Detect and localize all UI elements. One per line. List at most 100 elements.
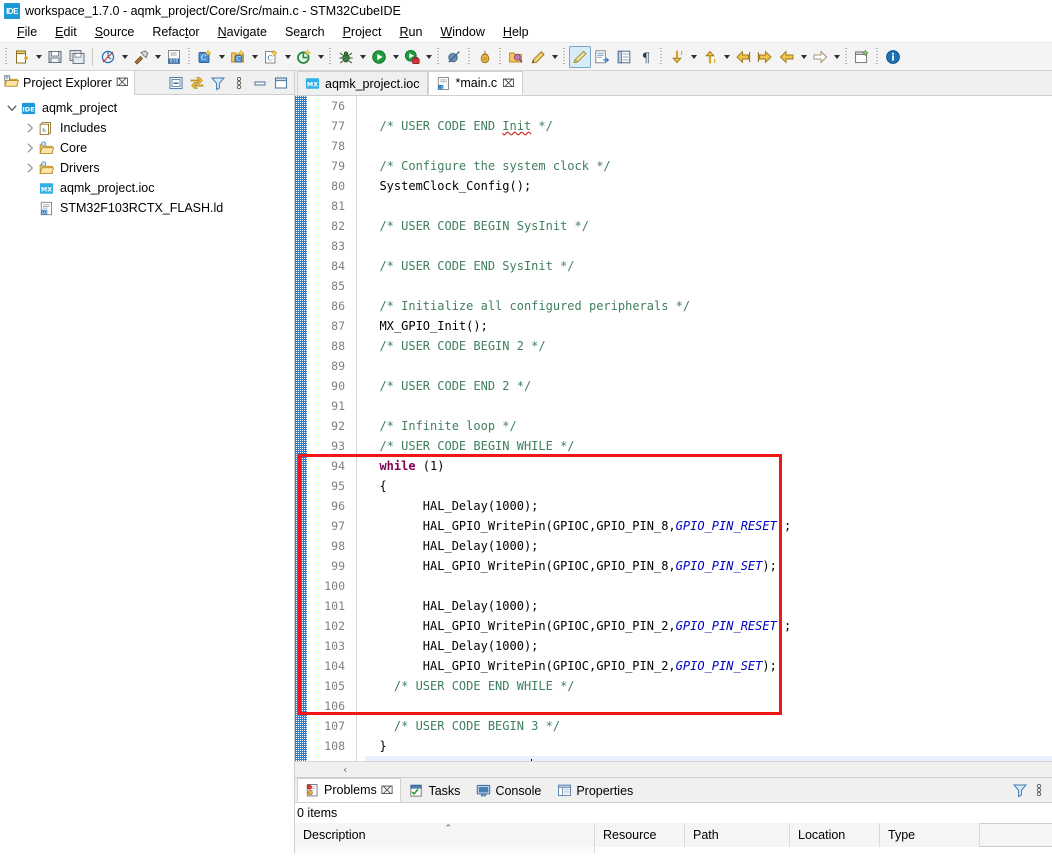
tree-item-aqmk-project-ioc[interactable]: MX aqmk_project.ioc <box>0 178 294 198</box>
tree-item-stm32f103rctx-flash-ld[interactable]: LD STM32F103RCTX_FLASH.ld <box>0 198 294 218</box>
bottom-tab-tasks[interactable]: Tasks <box>401 778 468 802</box>
toggle-block-selection-icon[interactable] <box>613 46 635 68</box>
no-build-dropdown-arrow[interactable] <box>119 46 130 68</box>
tree-item-drivers[interactable]: Drivers <box>0 158 294 178</box>
tab-project-explorer[interactable]: Project Explorer ⌧ <box>0 70 135 95</box>
editor-tab-aqmkproject.ioc[interactable]: MX aqmk_project.ioc <box>297 71 428 95</box>
chevron-right-icon[interactable] <box>22 160 38 176</box>
info-icon[interactable] <box>882 46 904 68</box>
view-menu-icon[interactable] <box>230 74 248 92</box>
link-with-editor-icon[interactable] <box>188 74 206 92</box>
show-whitespace-export-icon[interactable] <box>591 46 613 68</box>
project-tree[interactable]: IDE aqmk_project h Includes Core Drivers MX aqm… <box>0 95 294 853</box>
show-whitespace-pilcrow-icon[interactable]: ¶ <box>635 46 657 68</box>
menu-item-window[interactable]: Window <box>431 25 493 39</box>
menu-item-navigate[interactable]: Navigate <box>209 25 276 39</box>
menu-item-refactor[interactable]: Refactor <box>143 25 208 39</box>
column-header-type[interactable]: Type <box>880 823 980 847</box>
maximize-icon[interactable] <box>272 74 290 92</box>
collapse-all-icon[interactable] <box>167 74 185 92</box>
binary-010-icon[interactable]: 010 <box>163 46 185 68</box>
run-icon[interactable] <box>368 46 390 68</box>
new-target-icon[interactable] <box>293 46 315 68</box>
code-text[interactable]: /* USER CODE END Init */ /* Configure th… <box>357 96 1052 761</box>
bottom-tab-console[interactable]: Console <box>468 778 549 802</box>
code-line: /* USER CODE END WHILE */ <box>393 679 575 693</box>
chevron-down-icon[interactable] <box>4 100 20 116</box>
menu-item-help[interactable]: Help <box>494 25 538 39</box>
new-c-folder-icon[interactable]: C <box>227 46 249 68</box>
new-c-project-icon[interactable]: C <box>194 46 216 68</box>
tree-item-core[interactable]: Core <box>0 138 294 158</box>
menu-item-search[interactable]: Search <box>276 25 334 39</box>
forward-history-icon[interactable] <box>809 46 831 68</box>
new-target-dropdown-arrow[interactable] <box>315 46 326 68</box>
line-number: 109 <box>307 756 345 761</box>
chevron-right-icon[interactable] <box>22 120 38 136</box>
menu-item-source[interactable]: Source <box>86 25 144 39</box>
new-file-icon[interactable] <box>11 46 33 68</box>
run-dropdown-arrow[interactable] <box>390 46 401 68</box>
filter-icon[interactable] <box>209 74 227 92</box>
tree-item-includes[interactable]: h Includes <box>0 118 294 138</box>
editor-text-area[interactable]: 76 77 78 79 80 81 82 83 84 85 86 87 88 89 90 91 92 93 94 95… <box>295 96 1052 761</box>
chevron-right-icon[interactable] <box>22 140 38 156</box>
new-c-file-icon[interactable]: C <box>260 46 282 68</box>
column-header-resource[interactable]: Resource <box>595 823 685 847</box>
forward-history-dropdown-arrow[interactable] <box>831 46 842 68</box>
back-to-icon[interactable] <box>732 46 754 68</box>
close-icon[interactable]: ⌧ <box>381 785 394 796</box>
minimize-icon[interactable] <box>251 74 269 92</box>
previous-annotation-icon[interactable] <box>699 46 721 68</box>
bottom-tab-problems[interactable]: Problems ⌧ <box>297 778 402 802</box>
new-window-icon[interactable] <box>851 46 873 68</box>
back-history-icon[interactable] <box>776 46 798 68</box>
bottom-tab-properties[interactable]: Properties <box>549 778 641 802</box>
build-hammer-dropdown-arrow[interactable] <box>152 46 163 68</box>
menu-item-project[interactable]: Project <box>334 25 391 39</box>
close-icon[interactable]: ⌧ <box>116 77 129 88</box>
column-header-path[interactable]: Path <box>685 823 790 847</box>
debug-bug-dropdown-arrow[interactable] <box>357 46 368 68</box>
editor-horizontal-scrollbar[interactable]: ‹ <box>295 761 1052 777</box>
new-c-folder-dropdown-arrow[interactable] <box>249 46 260 68</box>
run-with-config-icon[interactable] <box>401 46 423 68</box>
open-resource-icon[interactable] <box>474 46 496 68</box>
new-c-project-dropdown-arrow[interactable] <box>216 46 227 68</box>
line-number: 82 <box>331 219 345 233</box>
debug-bug-icon[interactable] <box>335 46 357 68</box>
new-file-dropdown-arrow[interactable] <box>33 46 44 68</box>
next-annotation-icon[interactable] <box>666 46 688 68</box>
editor-tab-main.c[interactable]: .c *main.c ⌧ <box>427 71 523 95</box>
save-all-icon[interactable] <box>66 46 88 68</box>
menu-item-edit[interactable]: Edit <box>46 25 86 39</box>
close-icon[interactable]: ⌧ <box>502 78 515 89</box>
filter-icon[interactable] <box>1012 782 1028 798</box>
folding-ruler[interactable] <box>347 96 357 761</box>
search-folder-icon[interactable] <box>505 46 527 68</box>
back-history-dropdown-arrow[interactable] <box>798 46 809 68</box>
new-c-file-dropdown-arrow[interactable] <box>282 46 293 68</box>
skip-breakpoints-icon[interactable] <box>443 46 465 68</box>
previous-annotation-dropdown-arrow[interactable] <box>721 46 732 68</box>
next-annotation-dropdown-arrow[interactable] <box>688 46 699 68</box>
menu-item-run[interactable]: Run <box>390 25 431 39</box>
run-with-config-dropdown-arrow[interactable] <box>423 46 434 68</box>
main-toolbar: 010 C C C ¶ <box>0 43 1052 71</box>
menu-item-file[interactable]: File <box>8 25 46 39</box>
pencil-edit-dropdown-arrow[interactable] <box>549 46 560 68</box>
source-folder-icon <box>38 140 55 156</box>
pencil-edit-icon[interactable] <box>527 46 549 68</box>
column-header-location[interactable]: Location <box>790 823 880 847</box>
tree-item-aqmk-project[interactable]: IDE aqmk_project <box>0 98 294 118</box>
no-build-icon[interactable] <box>97 46 119 68</box>
toggle-mark-occurrences-icon[interactable] <box>569 45 591 68</box>
scroll-left-icon[interactable]: ‹ <box>343 764 347 775</box>
column-header-description[interactable]: Description ⌃ <box>295 823 595 847</box>
view-menu-icon[interactable] <box>1034 782 1044 798</box>
save-icon[interactable] <box>44 46 66 68</box>
forward-to-icon[interactable] <box>754 46 776 68</box>
build-hammer-icon[interactable] <box>130 46 152 68</box>
